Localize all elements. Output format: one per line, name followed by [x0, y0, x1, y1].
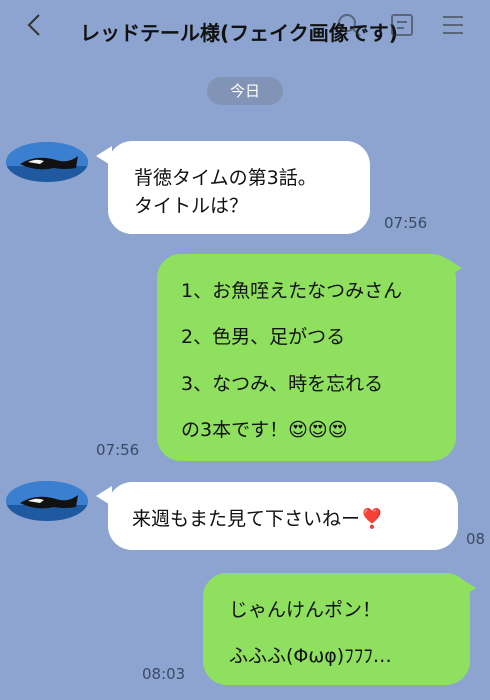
message-bubble[interactable]: 1、お魚咥えたなつみさん 2、色男、足がつる 3、なつみ、時を忘れる の3本です… — [157, 254, 456, 461]
chevron-left-icon[interactable] — [24, 12, 48, 38]
message-text: の3本です！😍😍😍 — [181, 419, 348, 441]
date-separator: 今日 — [207, 77, 283, 105]
message-bubble[interactable]: 背徳タイムの第3話。 タイトルは？ — [108, 141, 370, 234]
avatar[interactable] — [6, 142, 88, 182]
message-text: 背徳タイムの第3話。 — [134, 167, 317, 189]
avatar[interactable] — [6, 481, 88, 521]
message-time: 08 — [466, 530, 486, 548]
chat-header: レッドテール様(フェイク画像です) — [0, 0, 490, 56]
message-bubble[interactable]: 来週もまた見て下さいねー❣️ — [108, 482, 458, 550]
message-text: ふふふ(Φωφ)ﾌﾌﾌ… — [229, 645, 392, 667]
message-time: 07:56 — [384, 214, 428, 232]
message-time: 07:56 — [96, 441, 140, 459]
message-bubble[interactable]: じゃんけんポン！ ふふふ(Φωφ)ﾌﾌﾌ… — [203, 573, 470, 685]
message-text: 来週もまた見て下さいねー❣️ — [132, 508, 384, 530]
message-time: 08:03 — [142, 665, 186, 683]
hamburger-menu-icon[interactable] — [440, 12, 466, 38]
note-icon[interactable] — [389, 12, 415, 38]
search-icon[interactable] — [336, 12, 362, 38]
message-text: 3、なつみ、時を忘れる — [181, 373, 384, 395]
message-text: 1、お魚咥えたなつみさん — [181, 280, 403, 302]
message-text: タイトルは？ — [134, 195, 249, 217]
message-text: 2、色男、足がつる — [181, 326, 346, 348]
message-text: じゃんけんポン！ — [229, 599, 382, 621]
